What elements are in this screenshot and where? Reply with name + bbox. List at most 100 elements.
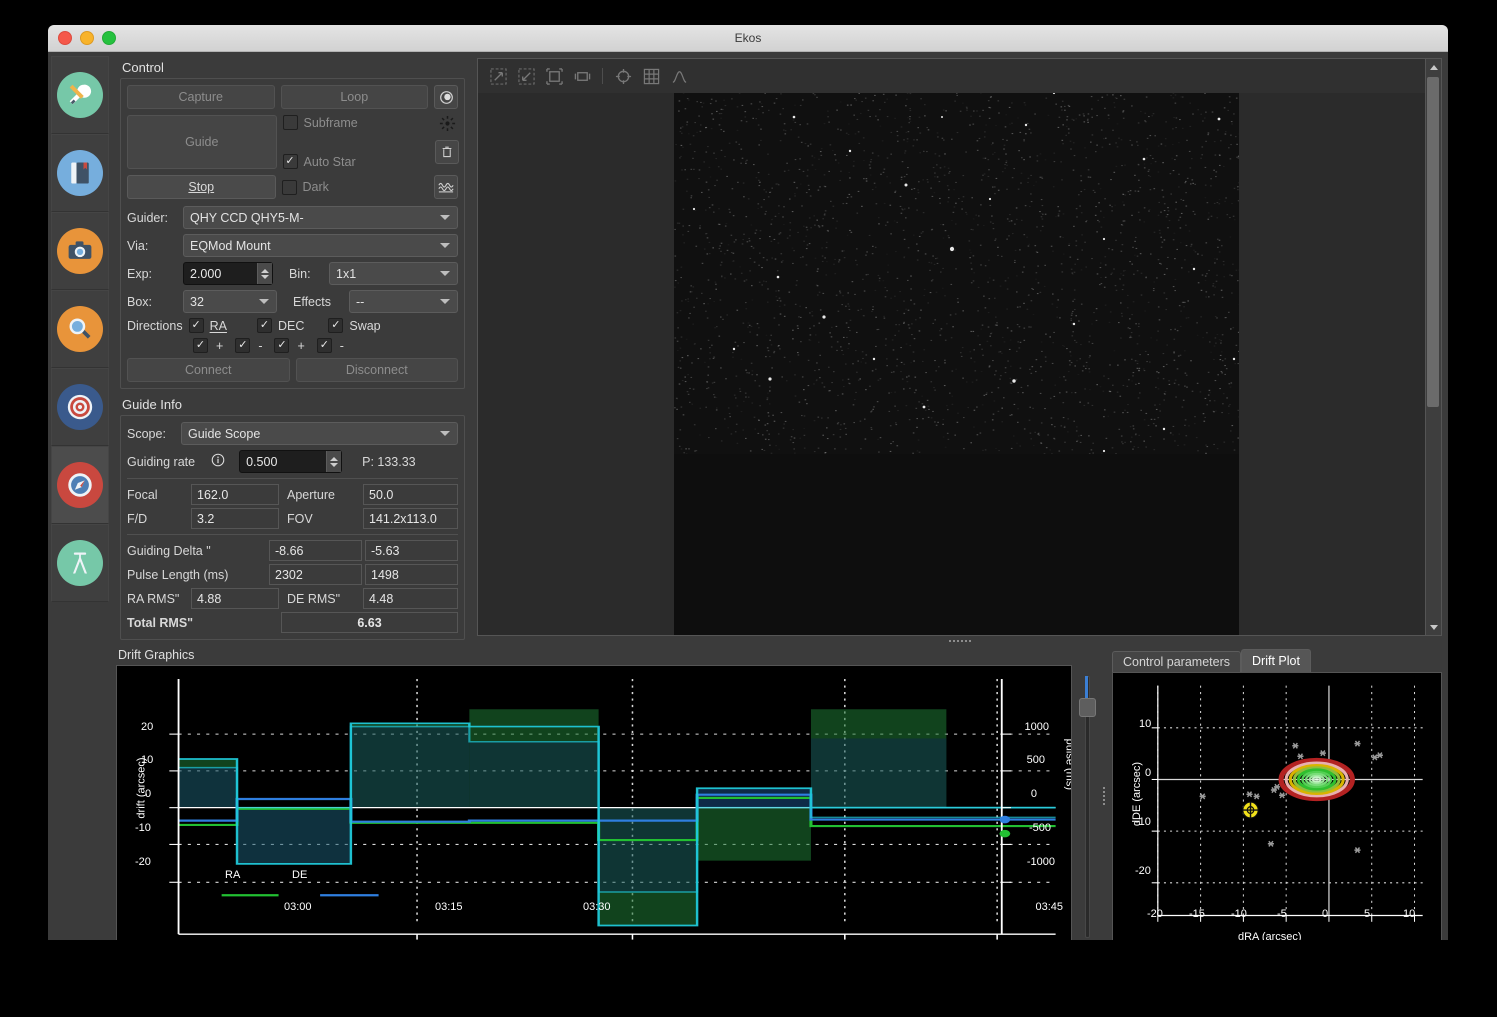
chevron-down-icon — [440, 431, 450, 436]
dec-direction-checkbox[interactable] — [257, 318, 272, 333]
sidebar-item-focus[interactable] — [51, 290, 109, 368]
scope-select[interactable]: Guide Scope — [181, 422, 458, 445]
ra-minus-checkbox[interactable] — [235, 338, 250, 353]
effects-select[interactable]: -- — [349, 290, 458, 313]
grid-icon[interactable] — [639, 65, 663, 87]
ra-plus-checkbox[interactable] — [193, 338, 208, 353]
de-rms-label: DE RMS" — [279, 592, 363, 606]
aperture-value[interactable]: 50.0 — [363, 484, 458, 505]
close-button[interactable] — [58, 31, 72, 45]
zoom-in-icon[interactable] — [486, 65, 510, 87]
upper-area: Control Capture Loop Guide — [112, 52, 1448, 646]
capture-button[interactable]: Capture — [127, 85, 275, 109]
ra-rms-value: 4.88 — [191, 588, 279, 609]
drift-graphics-plot[interactable]: drift (arcsec) 20 10 0 -10 -20 03:00 03:… — [116, 665, 1072, 940]
guiding-delta-label: Guiding Delta " — [127, 544, 269, 558]
ekos-window: Ekos — [48, 25, 1448, 940]
autostar-checkbox[interactable] — [283, 154, 298, 169]
star-profile-icon[interactable] — [667, 65, 691, 87]
focal-value[interactable]: 162.0 — [191, 484, 279, 505]
star-field[interactable] — [674, 59, 1239, 635]
trash-icon[interactable] — [435, 140, 459, 164]
drift-zoom-slider[interactable] — [1076, 668, 1096, 940]
p-value: P: 133.33 — [362, 455, 416, 469]
splitter-handle[interactable] — [477, 636, 1442, 646]
swap-checkbox[interactable] — [328, 318, 343, 333]
sidebar-item-guide[interactable] — [51, 446, 109, 524]
guiding-rate-input[interactable]: 0.500 — [239, 450, 342, 473]
zoom-fit-icon[interactable] — [542, 65, 566, 87]
scroll-up-arrow[interactable] — [1426, 59, 1441, 75]
zoom-out-icon[interactable] — [514, 65, 538, 87]
loop-button[interactable]: Loop — [281, 85, 429, 109]
fov-value[interactable]: 141.2x113.0 — [363, 508, 458, 529]
ra-direction-label: RA — [210, 319, 227, 333]
autostar-label: Auto Star — [304, 155, 356, 169]
maximize-button[interactable] — [102, 31, 116, 45]
target-icon — [57, 384, 103, 430]
total-rms-value: 6.63 — [281, 612, 458, 633]
ra-direction-checkbox[interactable] — [189, 318, 204, 333]
current-position-marker — [1242, 802, 1258, 819]
dec-plus-checkbox[interactable] — [274, 338, 289, 353]
dec-minus-checkbox[interactable] — [317, 338, 332, 353]
control-group: Capture Loop Guide Subframe — [120, 78, 465, 389]
sidebar-item-mount[interactable] — [51, 524, 109, 602]
dark-checkbox[interactable] — [282, 180, 297, 195]
sidebar-item-align[interactable] — [51, 368, 109, 446]
tripod-icon — [57, 540, 103, 586]
guiding-rate-stepper[interactable] — [326, 451, 341, 472]
window-title: Ekos — [735, 31, 762, 45]
waveform-icon[interactable] — [434, 175, 458, 199]
content-area: Control Capture Loop Guide — [112, 52, 1448, 940]
subframe-label: Subframe — [304, 116, 358, 130]
image-vertical-scrollbar[interactable] — [1425, 59, 1441, 635]
guider-label: Guider: — [127, 211, 177, 225]
image-canvas[interactable] — [477, 58, 1442, 636]
drift-plot[interactable]: dDE (arcsec) 10 0 -10 -20 -20 -15 -10 -5… — [1112, 672, 1442, 940]
stop-button[interactable]: Stop — [127, 175, 276, 199]
total-rms-label: Total RMS" — [127, 616, 281, 630]
toolbar-separator — [602, 68, 603, 84]
box-select[interactable]: 32 — [183, 290, 277, 313]
directions-label: Directions — [127, 319, 183, 333]
exp-label: Exp: — [127, 267, 177, 281]
sidebar-item-scheduler[interactable] — [51, 134, 109, 212]
disconnect-button[interactable]: Disconnect — [296, 358, 459, 382]
pulse-length-de: 1498 — [365, 564, 458, 585]
title-bar: Ekos — [48, 25, 1448, 52]
aperture-icon[interactable] — [434, 85, 458, 109]
fd-value[interactable]: 3.2 — [191, 508, 279, 529]
scroll-down-arrow[interactable] — [1426, 619, 1441, 635]
sun-burst-icon — [439, 115, 456, 135]
sidebar-item-setup[interactable] — [51, 56, 109, 134]
tab-drift-plot[interactable]: Drift Plot — [1241, 649, 1311, 672]
guider-select[interactable]: QHY CCD QHY5-M- — [183, 206, 458, 229]
zoom-default-icon[interactable] — [570, 65, 594, 87]
scrollbar-thumb[interactable] — [1427, 77, 1439, 407]
box-label: Box: — [127, 295, 177, 309]
guiding-rate-label: Guiding rate — [127, 455, 195, 469]
focal-label: Focal — [127, 488, 191, 502]
sidebar-item-capture[interactable] — [51, 212, 109, 290]
guide-info-group: Scope: Guide Scope Guiding rate 0.5 — [120, 415, 465, 640]
slider-knob[interactable] — [1079, 698, 1096, 717]
info-icon[interactable] — [211, 453, 225, 470]
via-select[interactable]: EQMod Mount — [183, 234, 458, 257]
exposure-stepper[interactable] — [257, 263, 272, 284]
guiding-delta-ra: -8.66 — [269, 540, 362, 561]
image-toolbar — [478, 59, 1442, 93]
guide-button[interactable]: Guide — [127, 115, 277, 169]
minimize-button[interactable] — [80, 31, 94, 45]
control-group-label: Control — [120, 58, 465, 78]
exposure-input[interactable]: 2.000 — [183, 262, 273, 285]
connect-button[interactable]: Connect — [127, 358, 290, 382]
crosshair-icon[interactable] — [611, 65, 635, 87]
bin-select[interactable]: 1x1 — [329, 262, 458, 285]
guide-image-viewer — [473, 52, 1448, 646]
chevron-down-icon — [259, 299, 269, 304]
aperture-label: Aperture — [279, 488, 363, 502]
tab-control-parameters[interactable]: Control parameters — [1112, 651, 1241, 672]
subframe-checkbox[interactable] — [283, 115, 298, 130]
graph-splitter[interactable] — [1100, 646, 1108, 940]
